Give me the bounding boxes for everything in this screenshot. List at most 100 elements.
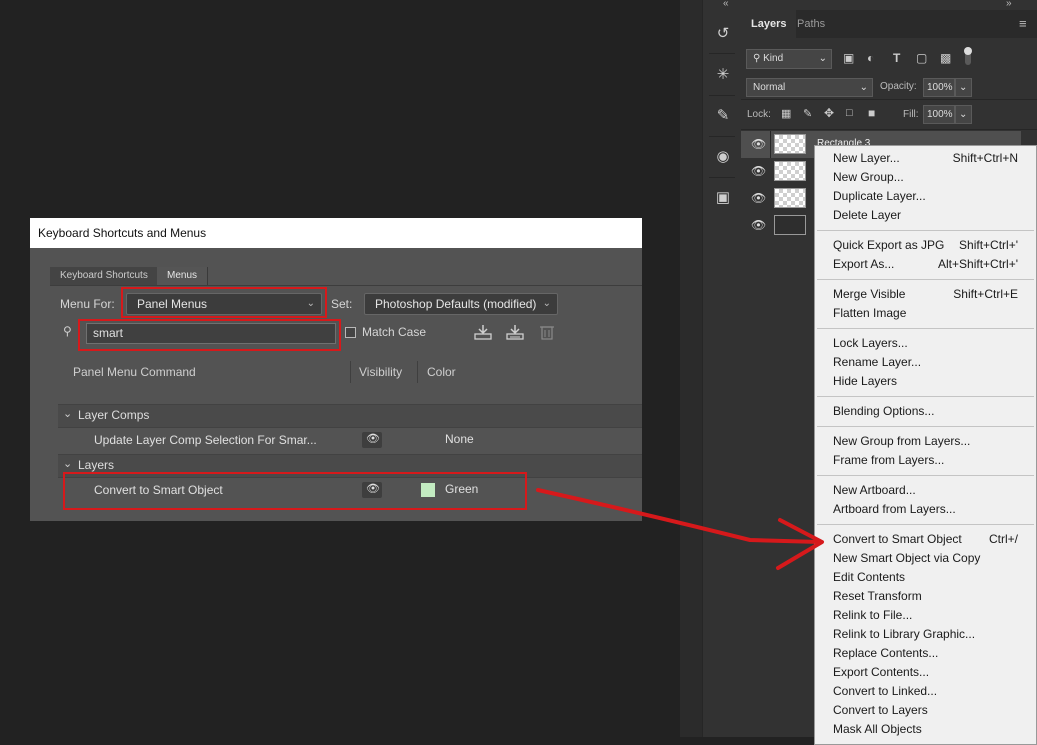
pixel-filter-icon[interactable]: ▣ [843, 51, 854, 65]
menu-item-label: Lock Layers... [833, 336, 908, 350]
save-set-icon[interactable] [474, 324, 492, 340]
menu-item-label: Reset Transform [833, 589, 922, 603]
chevron-down-icon: ⌄ [818, 53, 827, 64]
layer-thumbnail [774, 188, 806, 208]
divider [709, 177, 735, 178]
brushes-icon[interactable]: ✎ [713, 106, 733, 126]
menu-item[interactable]: Hide Layers [815, 372, 1036, 391]
menu-item[interactable]: New Group... [815, 168, 1036, 187]
fill-label: Fill: [903, 109, 919, 120]
kind-filter-select[interactable]: ⚲ Kind ⌄ [746, 49, 832, 69]
menu-item-label: Relink to File... [833, 608, 913, 622]
menu-item[interactable]: Convert to Smart Object Ctrl+/ [815, 530, 1036, 549]
menu-item[interactable]: Export As... Alt+Shift+Ctrl+' [815, 255, 1036, 274]
menu-item-label: Frame from Layers... [833, 453, 945, 467]
group-row-layer-comps[interactable]: ⌄ Layer Comps [58, 404, 642, 427]
menu-item[interactable]: Lock Layers... [815, 334, 1036, 353]
visibility-toggle[interactable]: 👁 [362, 432, 382, 448]
eye-icon[interactable]: 👁 [751, 137, 766, 151]
menu-item[interactable]: Blending Options... [815, 402, 1036, 421]
tab-paths[interactable]: Paths [787, 10, 835, 38]
menu-item[interactable]: Edit Contents [815, 568, 1036, 587]
menu-item[interactable]: Replace Contents... [815, 644, 1036, 663]
match-case-checkbox[interactable] [345, 327, 356, 338]
column-header-visibility: Visibility [359, 365, 403, 379]
menu-item-shortcut: Shift+Ctrl+N [952, 151, 1018, 165]
menu-item[interactable]: Delete Layer [815, 206, 1036, 225]
tab-keyboard-shortcuts[interactable]: Keyboard Shortcuts [50, 267, 159, 285]
keyboard-shortcuts-dialog: Keyboard Shortcuts and Menus Keyboard Sh… [30, 218, 642, 521]
opacity-input[interactable]: 100% [923, 78, 955, 97]
type-filter-icon[interactable]: T [893, 51, 900, 65]
menu-item-shortcut: Alt+Shift+Ctrl+' [938, 257, 1018, 271]
smart-object-filter-icon[interactable]: ▩ [940, 51, 951, 65]
menu-item-label: Convert to Layers [833, 703, 928, 717]
menu-item[interactable]: Convert to Linked... [815, 682, 1036, 701]
menu-item[interactable]: Reset Transform [815, 587, 1036, 606]
tab-menus[interactable]: Menus [157, 267, 209, 285]
menu-item[interactable]: Flatten Image [815, 304, 1036, 323]
divider [741, 129, 1037, 130]
color-value[interactable]: None [445, 432, 474, 446]
lock-position-icon[interactable]: ✥ [824, 106, 834, 120]
filter-toggle[interactable] [964, 47, 972, 65]
menu-item[interactable]: Relink to Library Graphic... [815, 625, 1036, 644]
opacity-dropdown[interactable]: ⌄ [955, 78, 972, 97]
menu-item[interactable]: New Smart Object via Copy [815, 549, 1036, 568]
divider [770, 131, 771, 158]
delete-set-icon[interactable] [540, 324, 554, 340]
menu-item[interactable]: Duplicate Layer... [815, 187, 1036, 206]
fill-input[interactable]: 100% [923, 105, 955, 124]
lock-image-icon[interactable]: ✎ [803, 107, 812, 120]
lock-transparent-icon[interactable]: ▦ [781, 107, 791, 120]
menu-item-shortcut: Ctrl+/ [988, 532, 1018, 546]
history-icon[interactable]: ↺ [713, 24, 733, 44]
libraries-icon[interactable]: ▣ [713, 188, 733, 208]
menu-separator [817, 475, 1034, 476]
menu-item-label: Blending Options... [833, 404, 935, 418]
menu-item-label: Mask All Objects [833, 722, 922, 736]
menu-item[interactable]: Mask All Objects [815, 720, 1036, 739]
eye-icon[interactable]: 👁 [751, 218, 766, 232]
menu-item[interactable]: Export Contents... [815, 663, 1036, 682]
menu-item[interactable]: Artboard from Layers... [815, 500, 1036, 519]
table-row[interactable]: Update Layer Comp Selection For Smar... … [58, 427, 642, 453]
lock-label: Lock: [747, 109, 771, 120]
menu-separator [817, 328, 1034, 329]
menu-item[interactable]: Merge Visible Shift+Ctrl+E [815, 285, 1036, 304]
menu-item[interactable]: Rename Layer... [815, 353, 1036, 372]
shape-filter-icon[interactable]: ▢ [916, 51, 927, 65]
eye-icon[interactable]: 👁 [751, 191, 766, 205]
lock-artboard-icon[interactable]: □ [846, 107, 853, 119]
divider [709, 53, 735, 54]
menu-item[interactable]: Convert to Layers [815, 701, 1036, 720]
column-divider [350, 361, 351, 383]
divider [709, 95, 735, 96]
highlight-convert-row [63, 472, 527, 510]
menu-item-label: Duplicate Layer... [833, 189, 926, 203]
chevron-down-icon: ⌄ [63, 408, 73, 420]
double-chevron-icon[interactable]: » [1006, 0, 1012, 9]
eye-icon[interactable]: 👁 [751, 164, 766, 178]
match-case-label: Match Case [362, 325, 427, 339]
double-chevron-icon[interactable]: « [723, 0, 729, 9]
save-set-as-icon[interactable] [506, 324, 524, 340]
fill-dropdown[interactable]: ⌄ [955, 105, 972, 124]
adjustment-filter-icon[interactable]: ◐ [867, 51, 874, 65]
set-select[interactable]: Photoshop Defaults (modified) ⌄ [364, 293, 558, 315]
brush-settings-icon[interactable]: ✳ [713, 65, 733, 85]
menu-item-label: Export As... [833, 257, 895, 271]
lock-all-icon[interactable]: ■ [868, 106, 875, 120]
hamburger-icon[interactable]: ≡ [1019, 16, 1027, 31]
menu-item[interactable]: New Layer... Shift+Ctrl+N [815, 149, 1036, 168]
menu-item[interactable]: Frame from Layers... [815, 451, 1036, 470]
menu-item[interactable]: New Group from Layers... [815, 432, 1036, 451]
menu-item-label: New Group... [833, 170, 904, 184]
menu-item-label: Quick Export as JPG [833, 238, 945, 252]
menu-item[interactable]: Quick Export as JPG Shift+Ctrl+' [815, 236, 1036, 255]
blend-mode-select[interactable]: Normal ⌄ [746, 78, 873, 97]
dialog-titlebar[interactable]: Keyboard Shortcuts and Menus [30, 218, 642, 248]
menu-item[interactable]: New Artboard... [815, 481, 1036, 500]
menu-item[interactable]: Relink to File... [815, 606, 1036, 625]
channels-icon[interactable]: ◉ [713, 147, 733, 167]
